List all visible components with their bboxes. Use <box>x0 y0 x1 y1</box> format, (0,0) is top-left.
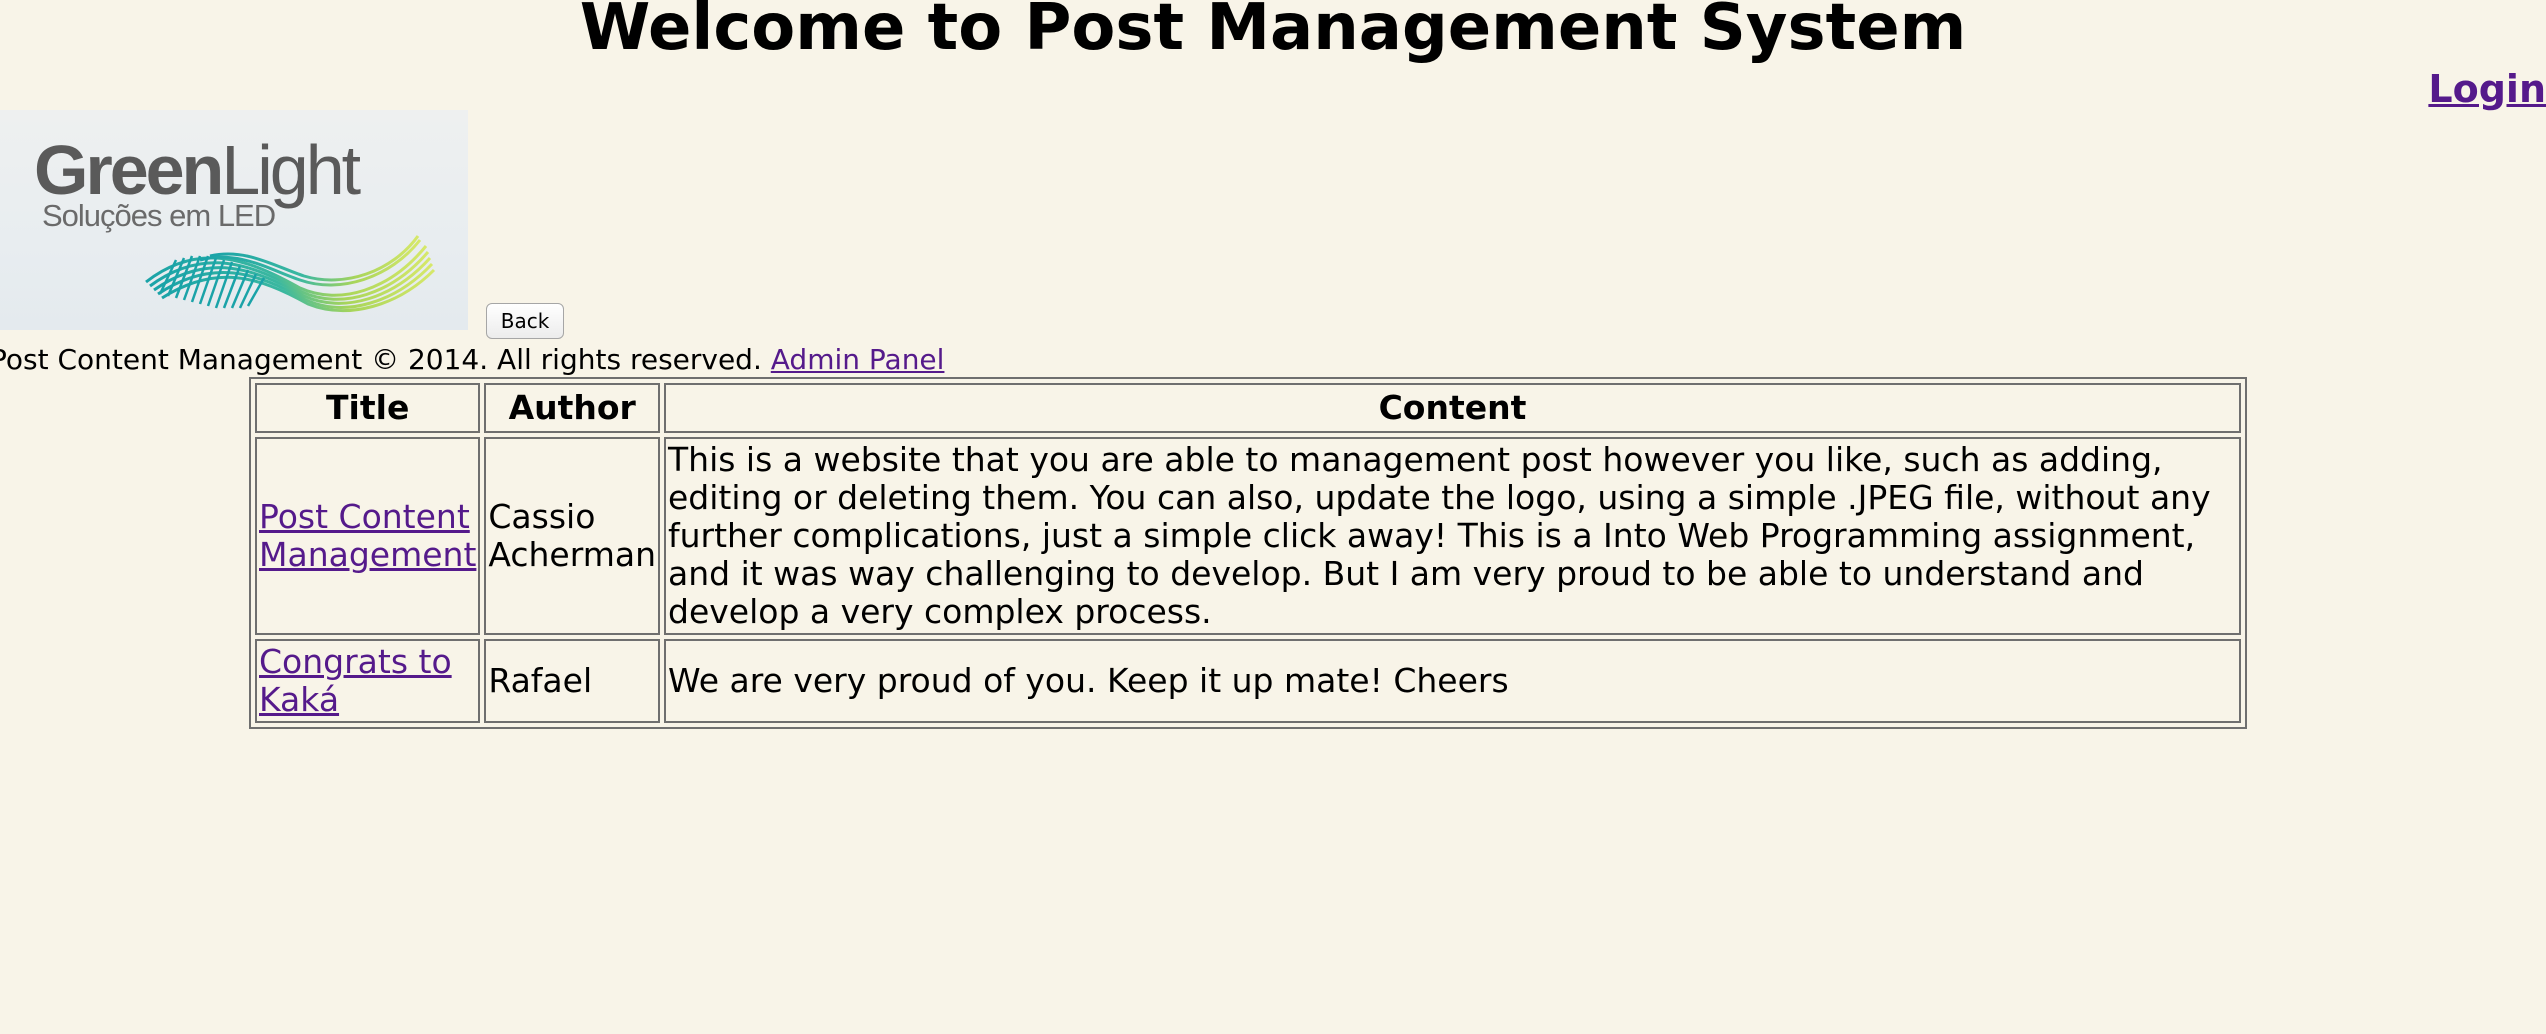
post-content-cell: We are very proud of you. Keep it up mat… <box>664 639 2241 723</box>
greenlight-logo: GreenLight Soluções em LED <box>0 110 468 330</box>
post-title-link[interactable]: Post Content Management <box>259 497 476 574</box>
column-header-author: Author <box>484 383 660 433</box>
column-header-title: Title <box>255 383 481 433</box>
logo-tagline: Soluções em LED <box>42 198 275 233</box>
page: Welcome to Post Management System Login … <box>0 0 2546 1034</box>
post-author-cell: Rafael <box>484 639 660 723</box>
post-title-cell: Post Content Management <box>255 437 481 635</box>
admin-panel-link[interactable]: Admin Panel <box>771 343 945 376</box>
footer: Post Content Management © 2014. All righ… <box>0 340 944 380</box>
table-row: Congrats to Kaká Rafael We are very prou… <box>255 639 2241 723</box>
page-title: Welcome to Post Management System <box>579 0 1967 65</box>
post-title-cell: Congrats to Kaká <box>255 639 481 723</box>
logo-wave <box>145 235 436 312</box>
table-row: Post Content Management Cassio Acherman … <box>255 437 2241 635</box>
table-header-row: Title Author Content <box>255 383 2241 433</box>
column-header-content: Content <box>664 383 2241 433</box>
back-button[interactable]: Back <box>486 303 564 339</box>
post-author-cell: Cassio Acherman <box>484 437 660 635</box>
posts-table: Title Author Content Post Content Manage… <box>249 377 2247 729</box>
post-title-link[interactable]: Congrats to Kaká <box>259 642 452 719</box>
login-link[interactable]: Login <box>2428 66 2546 112</box>
logo-graphic: GreenLight Soluções em LED <box>34 131 436 312</box>
post-content-cell: This is a website that you are able to m… <box>664 437 2241 635</box>
copyright-text: Post Content Management © 2014. All righ… <box>0 343 762 376</box>
